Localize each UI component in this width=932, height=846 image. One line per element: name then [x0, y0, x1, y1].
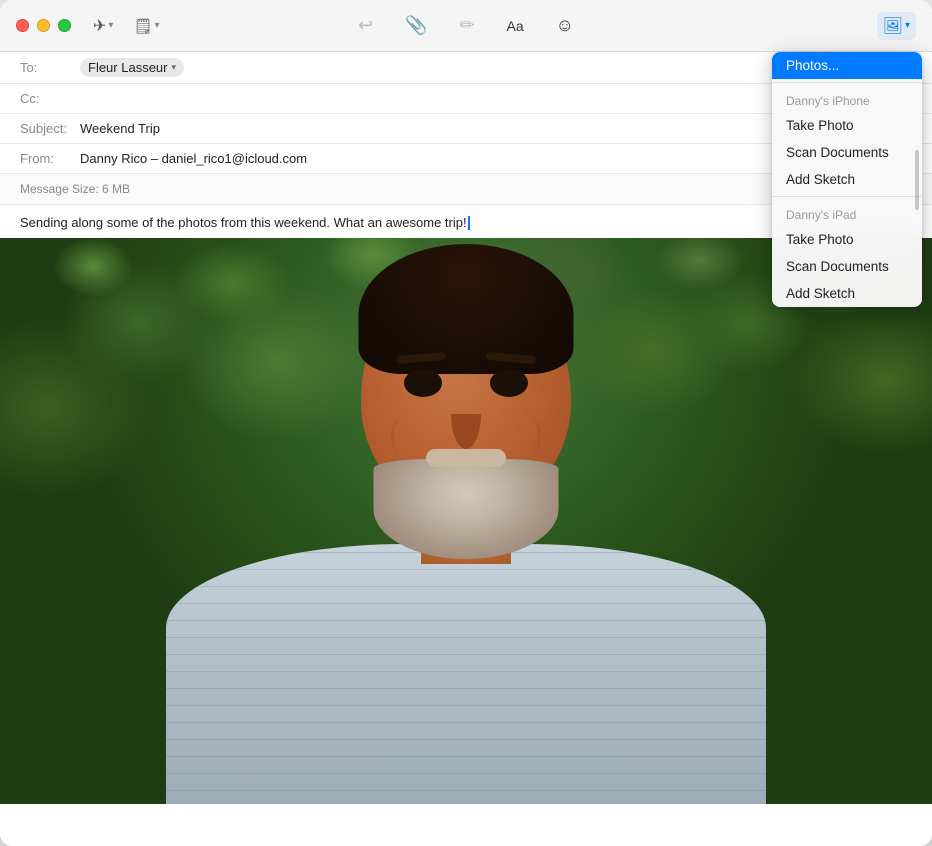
notes-button[interactable]: 🗒 ▾ — [127, 13, 165, 39]
attach-icon: 📎 — [405, 15, 427, 36]
insert-photo-chevron-icon: ▾ — [905, 20, 910, 31]
body-text: Sending along some of the photos from th… — [20, 215, 467, 230]
dropdown-scrollbar[interactable] — [915, 56, 920, 303]
subject-value: Weekend Trip — [80, 121, 160, 136]
minimize-button[interactable] — [37, 19, 50, 32]
font-button[interactable]: Aa — [501, 14, 530, 38]
person-container — [0, 238, 932, 804]
message-size-label: Message Size: — [20, 182, 99, 196]
send-button[interactable]: ✈ ▾ — [87, 12, 119, 40]
edit-button[interactable]: ✏ — [453, 11, 480, 40]
close-button[interactable] — [16, 19, 29, 32]
beard — [374, 459, 559, 559]
emoji-button[interactable]: ☺ — [550, 11, 580, 40]
menu-item-iphone-scan-docs[interactable]: Scan Documents — [772, 139, 922, 166]
toolbar-left: ✈ ▾ 🗒 ▾ — [87, 12, 166, 40]
message-size-value: 6 MB — [102, 182, 130, 196]
shirt-stripes — [166, 544, 766, 804]
mail-window: ✈ ▾ 🗒 ▾ ↩ 📎 ✏ Aa ☺ — [0, 0, 932, 846]
menu-header-ipad: Danny's iPad — [772, 200, 922, 226]
send-icon: ✈ — [93, 16, 106, 36]
menu-item-photos[interactable]: Photos... — [772, 52, 922, 79]
subject-label: Subject: — [20, 121, 80, 136]
menu-item-iphone-add-sketch[interactable]: Add Sketch — [772, 166, 922, 193]
maximize-button[interactable] — [58, 19, 71, 32]
notes-chevron-icon: ▾ — [154, 20, 159, 31]
shirt — [166, 544, 766, 804]
from-value: Danny Rico – daniel_rico1@icloud.com — [80, 151, 307, 166]
insert-photo-icon: 🖼 — [883, 16, 903, 36]
menu-divider-1 — [772, 82, 922, 83]
from-label: From: — [20, 151, 80, 166]
to-label: To: — [20, 60, 80, 75]
dropdown-scroll-thumb — [915, 150, 919, 210]
reply-icon: ↩ — [358, 15, 373, 36]
menu-item-ipad-add-sketch[interactable]: Add Sketch — [772, 280, 922, 307]
right-eye — [490, 369, 528, 397]
hair — [359, 244, 574, 374]
message-size: Message Size: 6 MB — [20, 182, 797, 196]
attach-button[interactable]: 📎 — [399, 11, 433, 40]
titlebar: ✈ ▾ 🗒 ▾ ↩ 📎 ✏ Aa ☺ — [0, 0, 932, 52]
menu-divider-2 — [772, 196, 922, 197]
photo-container — [0, 238, 932, 804]
emoji-icon: ☺ — [556, 15, 574, 36]
edit-icon: ✏ — [459, 15, 474, 36]
toolbar-right: 🖼 ▾ — [877, 12, 916, 40]
menu-item-iphone-take-photo[interactable]: Take Photo — [772, 112, 922, 139]
head — [356, 264, 576, 534]
cc-label: Cc: — [20, 91, 80, 106]
send-chevron-icon: ▾ — [108, 20, 113, 31]
mustache — [426, 449, 506, 467]
reply-button[interactable]: ↩ — [352, 11, 379, 40]
left-smile-wrinkle — [391, 419, 409, 454]
menu-item-ipad-take-photo[interactable]: Take Photo — [772, 226, 922, 253]
insert-photo-dropdown: Photos... Danny's iPhone Take Photo Scan… — [772, 52, 922, 307]
font-icon: Aa — [507, 18, 524, 34]
right-smile-wrinkle — [523, 419, 541, 454]
toolbar-center: ↩ 📎 ✏ Aa ☺ — [352, 11, 580, 40]
menu-header-iphone: Danny's iPhone — [772, 86, 922, 112]
recipient-name: Fleur Lasseur — [88, 60, 167, 75]
notes-icon: 🗒 — [133, 17, 152, 35]
insert-photo-button[interactable]: 🖼 ▾ — [877, 12, 916, 40]
recipient-chip[interactable]: Fleur Lasseur ▾ — [80, 58, 184, 77]
text-cursor — [468, 216, 470, 230]
photo-background — [0, 238, 932, 804]
recipient-chevron-icon: ▾ — [171, 62, 176, 73]
left-eye — [404, 369, 442, 397]
traffic-lights — [16, 19, 71, 32]
menu-item-ipad-scan-docs[interactable]: Scan Documents — [772, 253, 922, 280]
